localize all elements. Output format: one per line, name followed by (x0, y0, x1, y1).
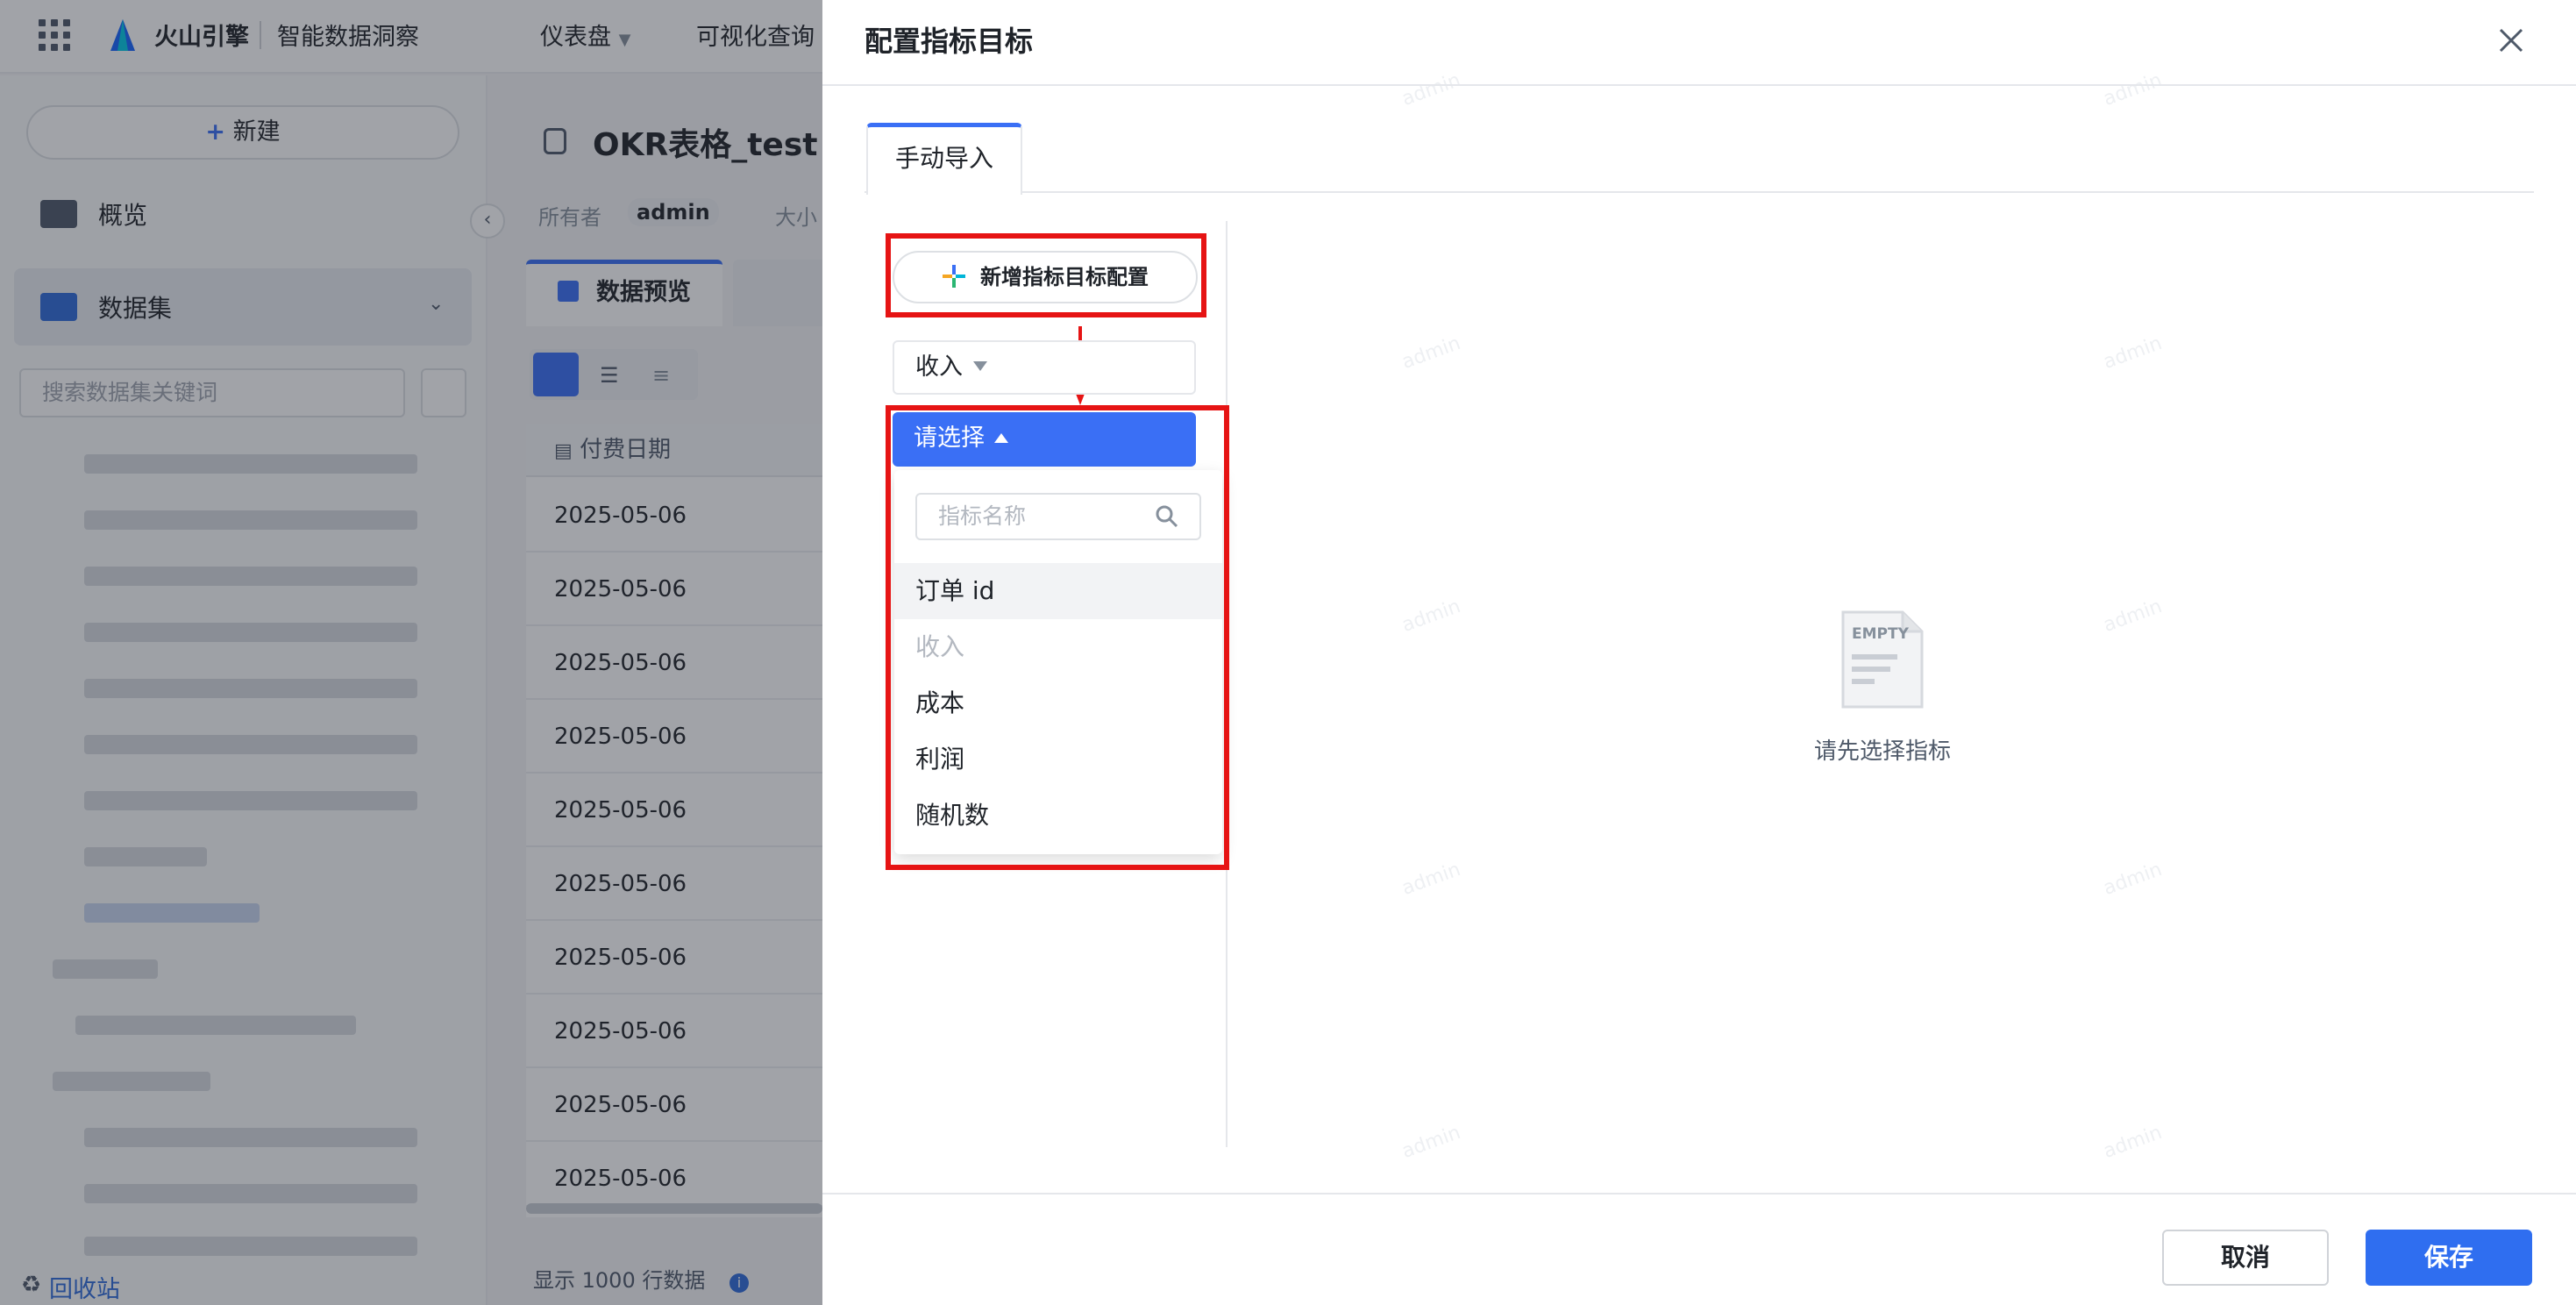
dialog-header (822, 0, 2576, 86)
dialog-tabs (865, 123, 2534, 193)
watermark: admin (1398, 595, 1464, 638)
modal-mask[interactable] (0, 0, 822, 1305)
close-icon[interactable] (2492, 21, 2530, 60)
watermark: admin (1398, 858, 1464, 901)
watermark: admin (2100, 1121, 2166, 1164)
metric-select[interactable]: 收入 (893, 340, 1196, 395)
highlight-box (886, 233, 1206, 317)
watermark: admin (2100, 858, 2166, 901)
highlight-box (886, 405, 1229, 870)
caret-down-icon (973, 361, 987, 371)
empty-document-icon: EMPTY (1841, 610, 1924, 709)
cancel-button[interactable]: 取消 (2162, 1230, 2329, 1286)
watermark: admin (1398, 332, 1464, 374)
tab-manual-import[interactable]: 手动导入 (866, 123, 1022, 195)
watermark: admin (2100, 595, 2166, 638)
watermark: admin (1398, 1121, 1464, 1164)
config-metric-target-dialog: admin admin admin admin admin admin admi… (822, 0, 2576, 1305)
dialog-title: 配置指标目标 (865, 25, 1034, 58)
save-button[interactable]: 保存 (2366, 1230, 2532, 1286)
watermark: admin (2100, 332, 2166, 374)
empty-state-text: 请先选择指标 (1813, 738, 1951, 765)
svg-text:EMPTY: EMPTY (1852, 625, 1910, 643)
